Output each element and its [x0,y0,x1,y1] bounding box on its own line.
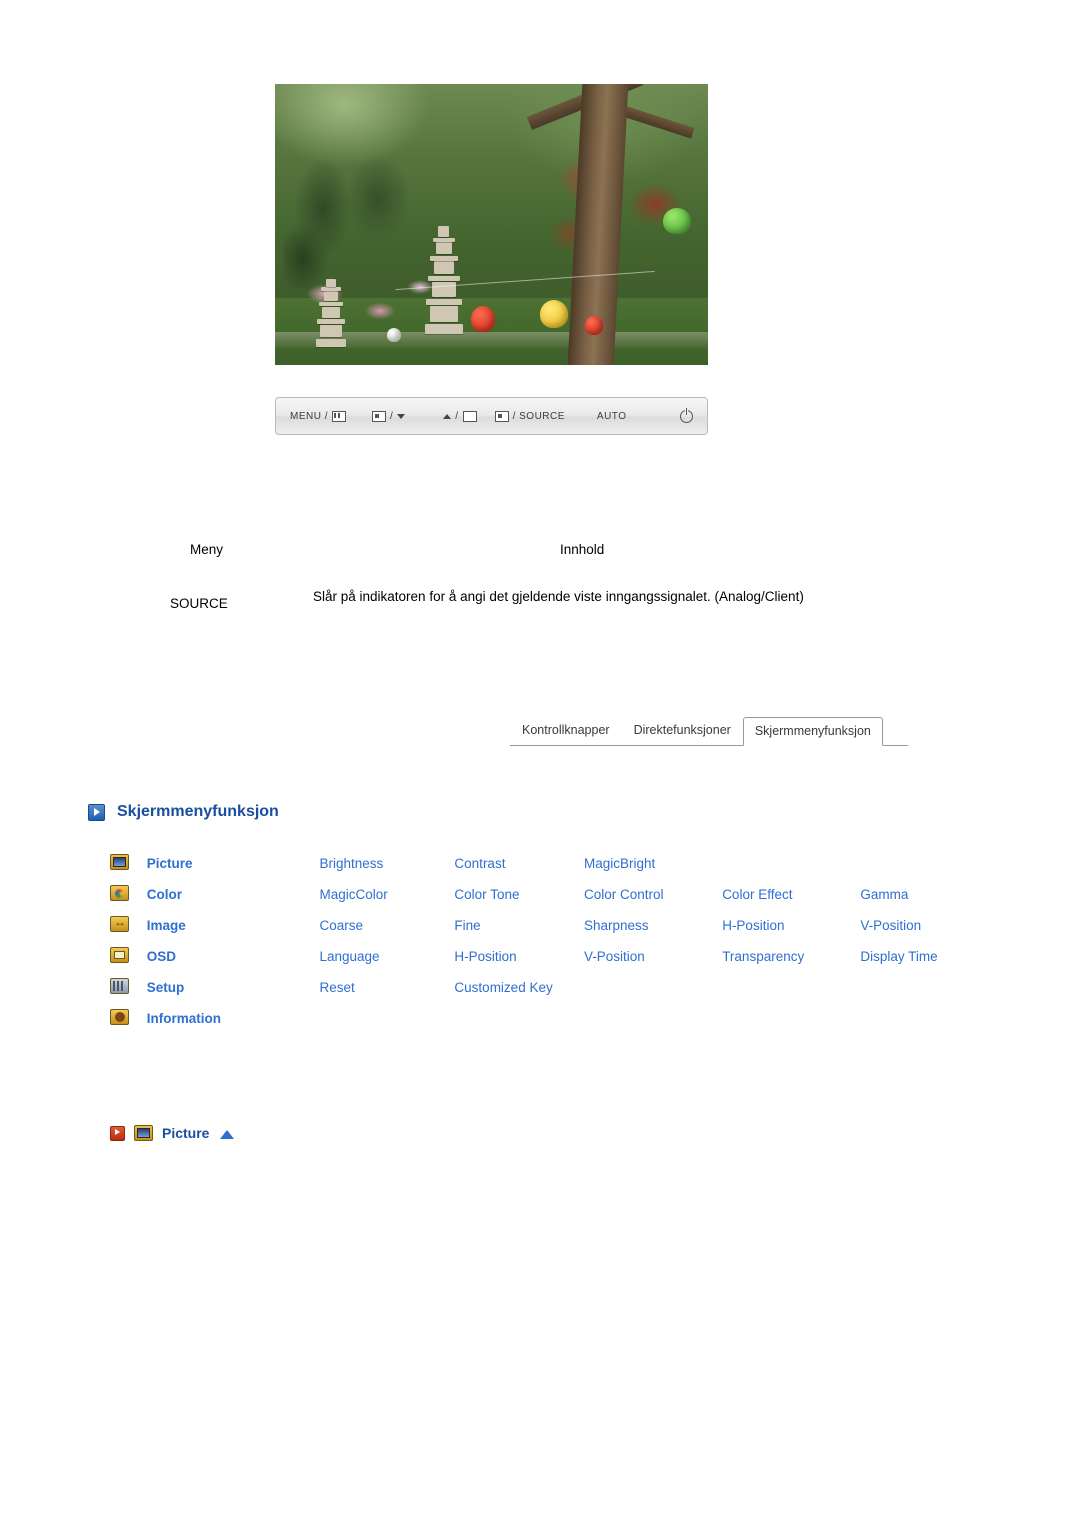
table-row: OSD Language H-Position V-Position Trans… [110,941,990,972]
source-button[interactable]: / SOURCE [494,410,565,422]
photo-azaleas [295,269,445,339]
table-row: Setup Reset Customized Key [110,972,990,1003]
osd-item-empty-5 [860,972,990,1003]
tab-direktefunksjoner[interactable]: Direktefunksjoner [622,716,743,745]
osd-item-empty-2 [860,848,990,879]
up-mute-button-label: / [455,410,459,422]
photo-lantern-green [663,208,691,234]
osd-item-transparency[interactable]: Transparency [722,941,860,972]
tab-skjermmenyfunksjon[interactable]: Skjermmenyfunksjon [742,717,883,746]
enter-down-button-label: / [390,410,394,422]
blue-arrow-icon [88,803,105,821]
osd-item-empty-7 [454,1003,584,1034]
osd-category-picture[interactable]: Picture [147,848,320,879]
osd-item-fine[interactable]: Fine [454,910,584,941]
menu-button[interactable]: MENU / [290,410,346,422]
osd-item-color-effect[interactable]: Color Effect [722,879,860,910]
osd-item-empty-10 [860,1003,990,1034]
table-row-menu-source: SOURCE [170,596,228,611]
osd-item-display-time[interactable]: Display Time [860,941,990,972]
osd-category-information[interactable]: Information [147,1003,320,1034]
image-icon [110,915,129,932]
page-title: Skjermmenyfunksjon [117,803,279,820]
osd-category-image[interactable]: Image [147,910,320,941]
table-row: Information [110,1003,990,1034]
bars-box-icon [332,410,346,422]
power-button[interactable] [680,407,693,423]
information-icon [110,1009,129,1025]
up-mute-button[interactable]: / [443,410,477,422]
picture-subsection-label: Picture [162,1125,210,1141]
photo-lantern-white [387,328,401,342]
photo-lantern-yellow [540,300,568,328]
table-row: Color MagicColor Color Tone Color Contro… [110,879,990,910]
section-heading: Skjermmenyfunksjon [88,803,279,821]
source-box-icon [494,410,509,422]
photo-conifer-trees [283,139,413,289]
osd-item-v-position-image[interactable]: V-Position [860,910,990,941]
table-row-content-source: Slår på indikatoren for å angi det gjeld… [313,589,804,604]
information-icon-cell [110,1003,147,1034]
table-row: Picture Brightness Contrast MagicBright [110,848,990,879]
osd-item-color-tone[interactable]: Color Tone [454,879,584,910]
color-icon-cell [110,879,147,910]
picture-subsection-header: Picture [110,1125,235,1141]
tab-kontrollknapper[interactable]: Kontrollknapper [510,716,622,745]
osd-item-reset[interactable]: Reset [319,972,454,1003]
osd-item-h-position-osd[interactable]: H-Position [454,941,584,972]
triangle-up-icon [443,413,452,419]
osd-item-h-position-image[interactable]: H-Position [722,910,860,941]
mute-icon [462,410,477,422]
table-row: Image Coarse Fine Sharpness H-Position V… [110,910,990,941]
osd-item-magicbright[interactable]: MagicBright [584,848,722,879]
table-header-menu: Meny [190,542,224,557]
red-arrow-icon [110,1125,125,1141]
osd-item-customized-key[interactable]: Customized Key [454,972,584,1003]
enter-down-button[interactable]: / [372,410,406,422]
osd-item-coarse[interactable]: Coarse [319,910,454,941]
osd-item-color-control[interactable]: Color Control [584,879,722,910]
source-button-label: / SOURCE [512,410,565,422]
picture-icon [134,1125,153,1141]
osd-item-magiccolor[interactable]: MagicColor [319,879,454,910]
osd-item-contrast[interactable]: Contrast [454,848,584,879]
picture-icon-cell [110,848,147,879]
power-icon [680,407,693,423]
osd-icon-cell [110,941,147,972]
monitor-control-button-bar: MENU / / / / SOURCE AUTO [275,397,708,435]
table-header-content: Innhold [560,542,605,557]
setup-icon [110,978,129,994]
osd-item-empty-8 [584,1003,722,1034]
picture-icon [110,854,129,870]
osd-category-setup[interactable]: Setup [147,972,320,1003]
osd-item-empty-1 [722,848,860,879]
monitor-sample-photo [275,84,708,365]
osd-item-brightness[interactable]: Brightness [319,848,454,879]
photo-lantern-red-2 [585,316,603,335]
tab-strip: Kontrollknapper Direktefunksjoner Skjerm… [510,716,908,746]
color-icon [110,885,129,901]
osd-item-empty-6 [319,1003,454,1034]
auto-button[interactable]: AUTO [597,411,627,422]
osd-item-empty-9 [722,1003,860,1034]
osd-item-v-position-osd[interactable]: V-Position [584,941,722,972]
image-icon-cell [110,910,147,941]
triangle-down-icon [397,413,406,419]
menu-button-label: MENU / [290,410,328,422]
osd-category-color[interactable]: Color [147,879,320,910]
osd-icon [110,947,129,963]
setup-icon-cell [110,972,147,1003]
osd-function-table: Picture Brightness Contrast MagicBright … [110,848,990,1034]
osd-item-language[interactable]: Language [319,941,454,972]
enter-box-icon [372,410,386,422]
osd-item-empty-3 [584,972,722,1003]
photo-lantern-red-1 [471,306,495,332]
osd-item-empty-4 [722,972,860,1003]
osd-category-osd[interactable]: OSD [147,941,320,972]
osd-item-gamma[interactable]: Gamma [860,879,990,910]
scroll-to-top-icon[interactable] [220,1129,235,1139]
auto-button-label: AUTO [596,410,627,422]
osd-item-sharpness[interactable]: Sharpness [584,910,722,941]
